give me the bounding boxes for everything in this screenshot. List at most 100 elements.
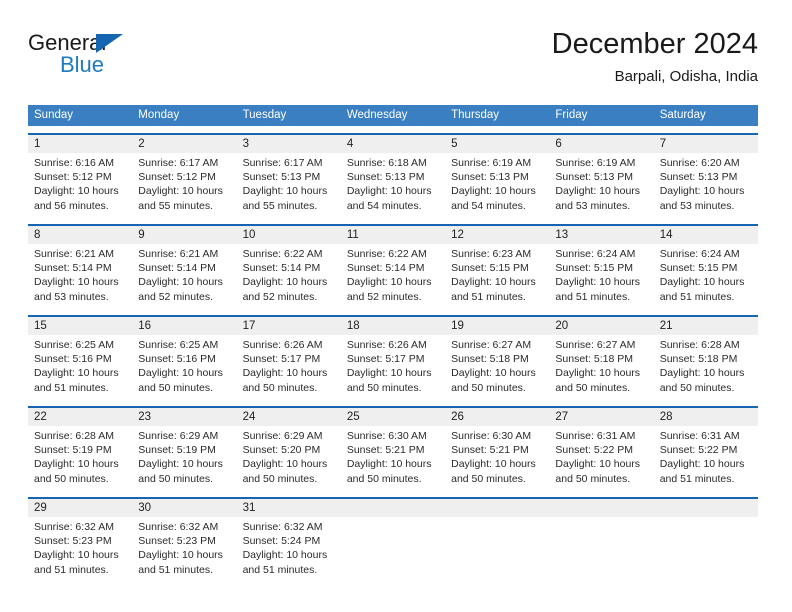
daylight-text-cont: and 50 minutes. [34,472,109,485]
sunrise-text: Sunrise: 6:24 AM [555,248,636,260]
day-cell[interactable]: Sunrise: 6:27 AM Sunset: 5:18 PM Dayligh… [549,335,653,397]
day-number[interactable]: 25 [341,408,445,426]
day-number[interactable]: 12 [445,226,549,244]
daylight-text-cont: and 54 minutes. [451,199,526,212]
day-cell[interactable]: Sunrise: 6:30 AM Sunset: 5:21 PM Dayligh… [341,426,445,488]
day-number[interactable]: 19 [445,317,549,335]
day-cell[interactable]: Sunrise: 6:25 AM Sunset: 5:16 PM Dayligh… [132,335,236,397]
week-row: 1 2 3 4 5 6 7 Sunrise: 6:16 AM Sunset: 5… [28,133,758,217]
day-number[interactable]: 17 [237,317,341,335]
day-number[interactable]: 14 [654,226,758,244]
sunrise-text: Sunrise: 6:29 AM [138,430,219,442]
dow-sunday: Sunday [34,109,74,121]
day-number[interactable]: 6 [549,135,653,153]
day-number[interactable]: 15 [28,317,132,335]
day-cell[interactable]: Sunrise: 6:28 AM Sunset: 5:19 PM Dayligh… [28,426,132,488]
day-number[interactable]: 26 [445,408,549,426]
daylight-text: Daylight: 10 hours [242,276,328,289]
day-cell[interactable]: Sunrise: 6:25 AM Sunset: 5:16 PM Dayligh… [28,335,132,397]
day-number[interactable]: 7 [654,135,758,153]
daylight-text: Daylight: 10 hours [138,549,223,562]
day-number[interactable]: 5 [445,135,549,153]
day-cell[interactable]: Sunrise: 6:19 AM Sunset: 5:13 PM Dayligh… [445,153,549,215]
day-cell[interactable]: Sunrise: 6:16 AM Sunset: 5:12 PM Dayligh… [28,153,132,215]
day-number[interactable]: 9 [132,226,236,244]
day-cell[interactable]: Sunrise: 6:28 AM Sunset: 5:18 PM Dayligh… [654,335,758,397]
sunrise-text: Sunrise: 6:28 AM [659,339,740,351]
day-number[interactable]: 27 [549,408,653,426]
title-block: December 2024 Barpali, Odisha, India [552,26,758,88]
daylight-text: Daylight: 10 hours [242,458,328,471]
daylight-text-cont: and 51 minutes. [242,563,318,576]
day-number[interactable]: 28 [654,408,758,426]
sunset-text: Sunset: 5:22 PM [659,444,738,457]
day-cell[interactable]: Sunrise: 6:30 AM Sunset: 5:21 PM Dayligh… [445,426,549,488]
day-cell[interactable]: Sunrise: 6:17 AM Sunset: 5:12 PM Dayligh… [132,153,236,215]
sunrise-text: Sunrise: 6:25 AM [138,339,219,351]
day-cell[interactable]: Sunrise: 6:32 AM Sunset: 5:23 PM Dayligh… [132,517,236,579]
dow-friday: Friday [555,109,588,121]
sunset-text: Sunset: 5:13 PM [555,171,634,184]
day-number[interactable]: 13 [549,226,653,244]
day-cell[interactable]: Sunrise: 6:20 AM Sunset: 5:13 PM Dayligh… [654,153,758,215]
day-number[interactable]: 29 [28,499,132,517]
day-cell[interactable]: Sunrise: 6:18 AM Sunset: 5:13 PM Dayligh… [341,153,445,215]
day-number[interactable]: 21 [654,317,758,335]
day-cell[interactable]: Sunrise: 6:22 AM Sunset: 5:14 PM Dayligh… [341,244,445,306]
day-number[interactable]: 16 [132,317,236,335]
sunset-text: Sunset: 5:13 PM [346,171,425,184]
day-number[interactable]: 31 [237,499,341,517]
sunset-text: Sunset: 5:23 PM [138,535,216,548]
day-cell[interactable]: Sunrise: 6:22 AM Sunset: 5:14 PM Dayligh… [237,244,341,306]
daylight-text: Daylight: 10 hours [34,185,119,198]
day-cell[interactable]: Sunrise: 6:17 AM Sunset: 5:13 PM Dayligh… [237,153,341,215]
day-cell[interactable]: Sunrise: 6:32 AM Sunset: 5:24 PM Dayligh… [237,517,341,579]
sunset-text: Sunset: 5:15 PM [451,262,529,275]
day-number[interactable]: 23 [132,408,236,426]
day-cell[interactable]: Sunrise: 6:23 AM Sunset: 5:15 PM Dayligh… [445,244,549,306]
day-cell[interactable]: Sunrise: 6:27 AM Sunset: 5:18 PM Dayligh… [445,335,549,397]
day-number[interactable]: 3 [237,135,341,153]
week-content-row: Sunrise: 6:32 AM Sunset: 5:23 PM Dayligh… [28,517,758,579]
day-number[interactable]: 8 [28,226,132,244]
week-content-row: Sunrise: 6:28 AM Sunset: 5:19 PM Dayligh… [28,426,758,488]
day-number[interactable]: 4 [341,135,445,153]
daylight-text-cont: and 50 minutes. [242,381,318,394]
general-blue-logo[interactable]: General Blue [28,30,208,86]
sunset-text: Sunset: 5:23 PM [34,535,112,548]
day-number[interactable]: 2 [132,135,236,153]
day-cell[interactable]: Sunrise: 6:24 AM Sunset: 5:15 PM Dayligh… [549,244,653,306]
day-number[interactable]: 22 [28,408,132,426]
day-cell-empty [341,517,445,579]
daylight-text-cont: and 53 minutes. [34,290,109,303]
day-number-empty [654,499,758,517]
day-number[interactable]: 30 [132,499,236,517]
day-number[interactable]: 20 [549,317,653,335]
day-cell[interactable]: Sunrise: 6:19 AM Sunset: 5:13 PM Dayligh… [549,153,653,215]
sunset-text: Sunset: 5:16 PM [34,353,112,366]
day-number-empty [549,499,653,517]
day-number[interactable]: 1 [28,135,132,153]
sunrise-text: Sunrise: 6:29 AM [242,430,323,442]
daylight-text-cont: and 53 minutes. [659,199,735,212]
day-cell[interactable]: Sunrise: 6:29 AM Sunset: 5:20 PM Dayligh… [237,426,341,488]
daylight-text-cont: and 50 minutes. [138,472,213,485]
sunrise-text: Sunrise: 6:27 AM [555,339,636,351]
day-cell[interactable]: Sunrise: 6:21 AM Sunset: 5:14 PM Dayligh… [132,244,236,306]
day-cell[interactable]: Sunrise: 6:26 AM Sunset: 5:17 PM Dayligh… [237,335,341,397]
day-cell[interactable]: Sunrise: 6:31 AM Sunset: 5:22 PM Dayligh… [654,426,758,488]
day-cell[interactable]: Sunrise: 6:31 AM Sunset: 5:22 PM Dayligh… [549,426,653,488]
day-number[interactable]: 24 [237,408,341,426]
sunset-text: Sunset: 5:14 PM [138,262,216,275]
day-number[interactable]: 10 [237,226,341,244]
daylight-text-cont: and 50 minutes. [451,381,526,394]
day-cell[interactable]: Sunrise: 6:21 AM Sunset: 5:14 PM Dayligh… [28,244,132,306]
day-cell[interactable]: Sunrise: 6:24 AM Sunset: 5:15 PM Dayligh… [654,244,758,306]
day-cell[interactable]: Sunrise: 6:32 AM Sunset: 5:23 PM Dayligh… [28,517,132,579]
day-cell[interactable]: Sunrise: 6:26 AM Sunset: 5:17 PM Dayligh… [341,335,445,397]
day-number[interactable]: 18 [341,317,445,335]
sunset-text: Sunset: 5:18 PM [555,353,634,366]
sunrise-text: Sunrise: 6:21 AM [138,248,219,260]
day-number[interactable]: 11 [341,226,445,244]
day-cell[interactable]: Sunrise: 6:29 AM Sunset: 5:19 PM Dayligh… [132,426,236,488]
